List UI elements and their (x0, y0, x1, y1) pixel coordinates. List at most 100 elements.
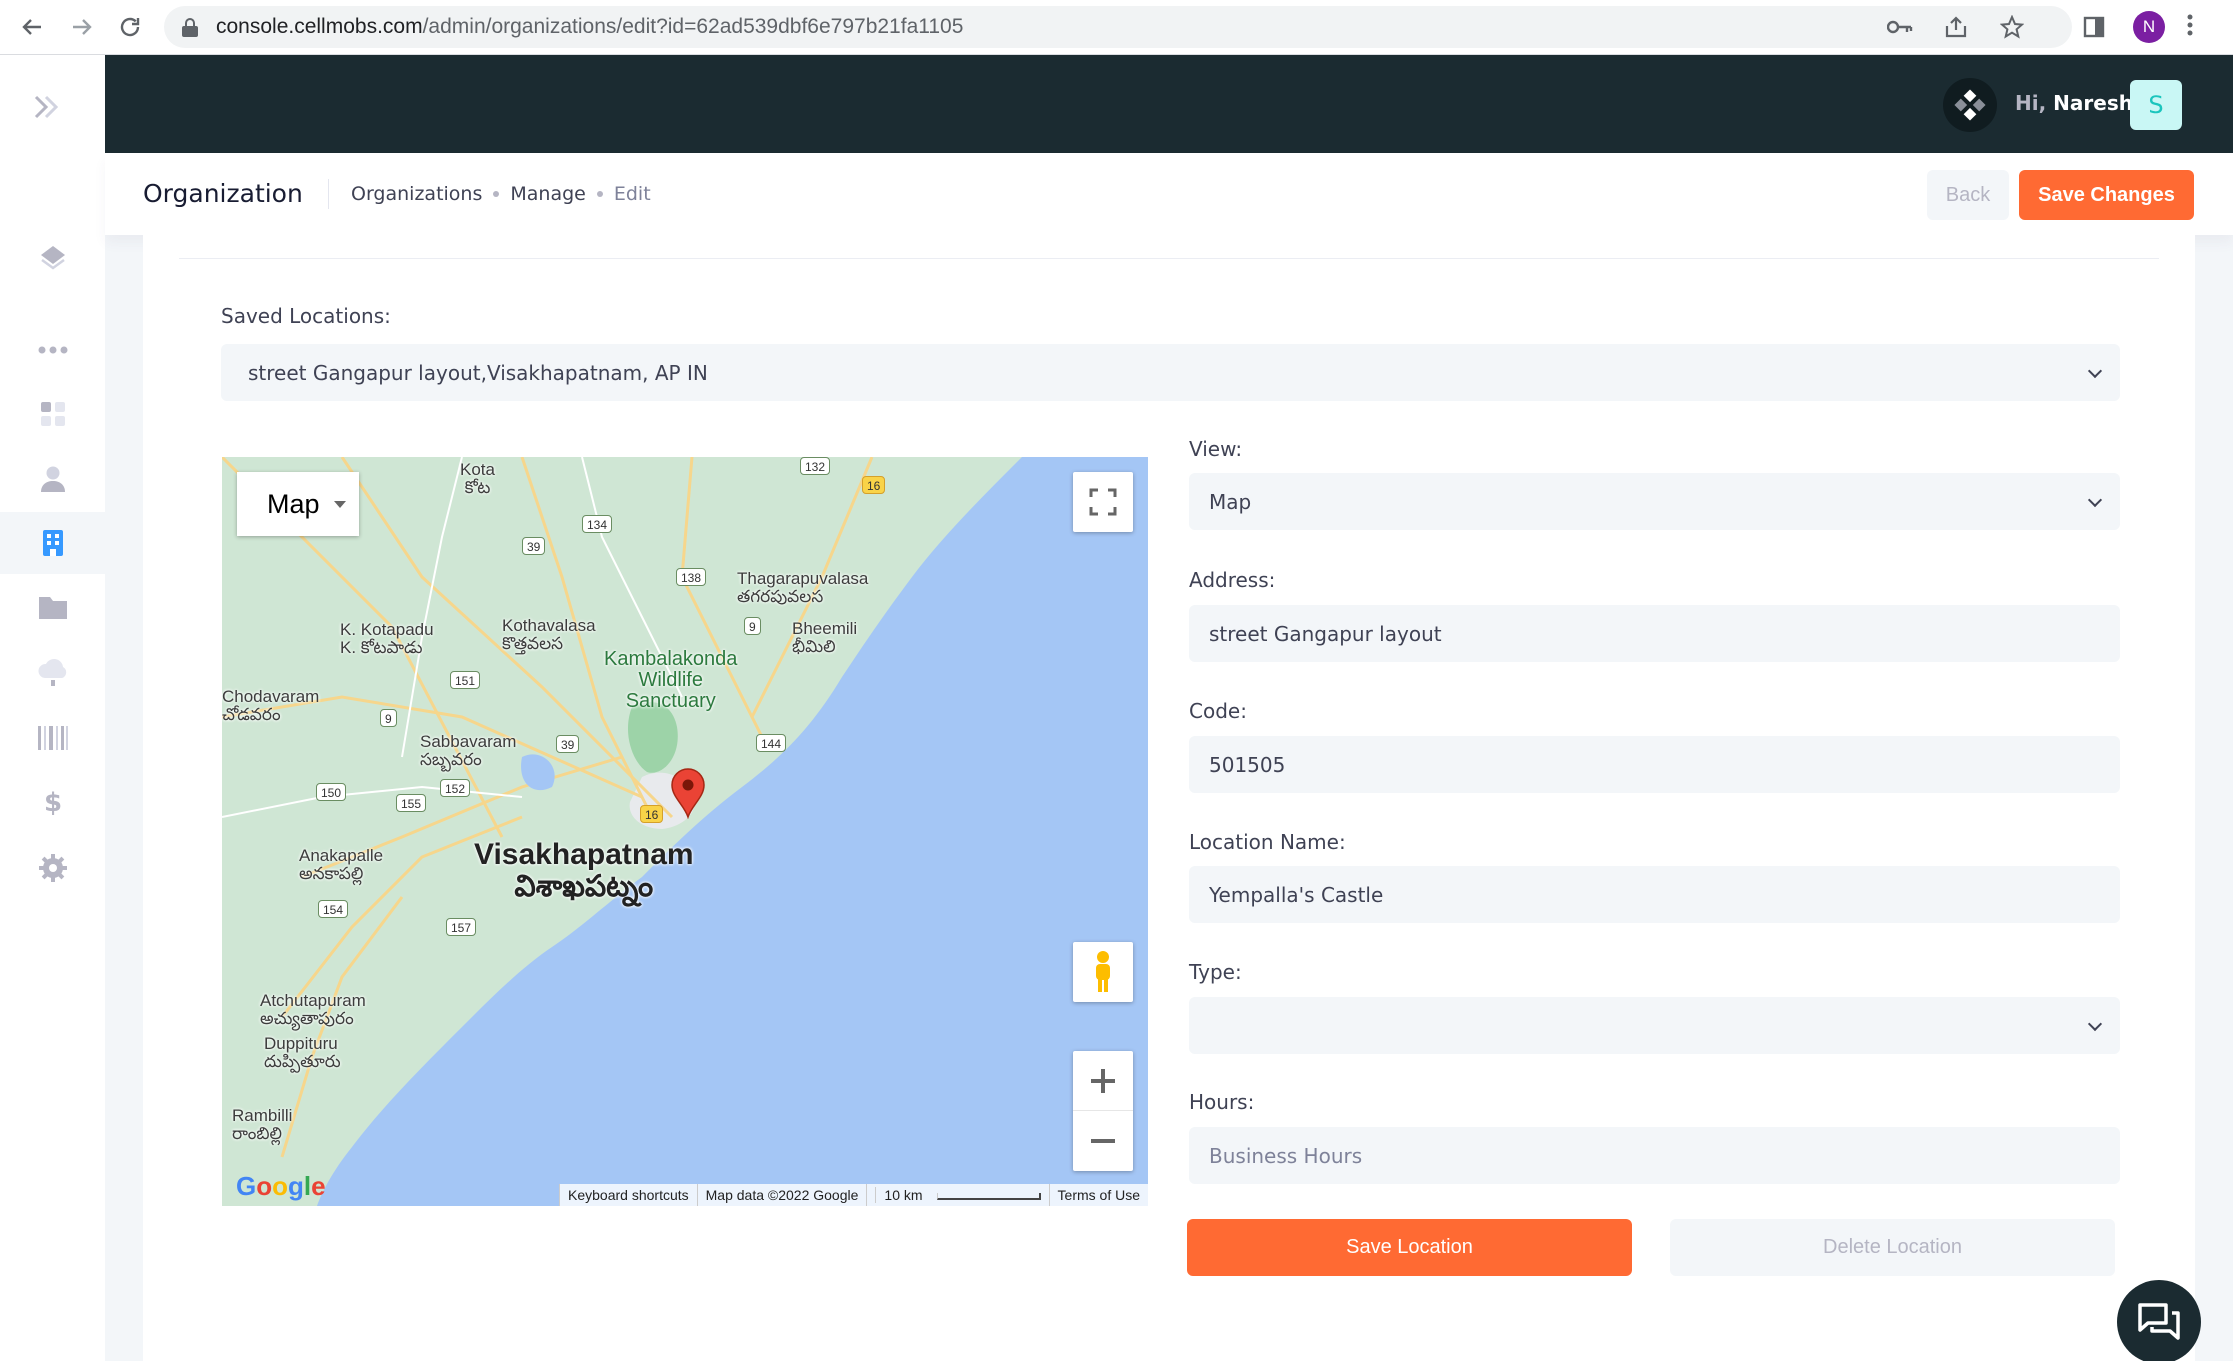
road-shield: 16 (862, 476, 886, 494)
sidebar-item-settings[interactable] (0, 837, 105, 899)
breadcrumb-edit: Edit (613, 183, 651, 205)
zoom-out-button[interactable] (1073, 1111, 1133, 1171)
road-shield: 152 (440, 779, 471, 797)
subheader: Organization Organizations Manage Edit B… (105, 153, 2233, 235)
map-marker-icon[interactable] (670, 767, 706, 819)
chat-icon (2138, 1303, 2180, 1340)
terms-of-use-link[interactable]: Terms of Use (1048, 1184, 1148, 1206)
road-shield: 16 (640, 805, 664, 823)
sidebar-toggle-icon[interactable] (32, 91, 62, 131)
sidebar-item-barcode[interactable] (0, 707, 105, 769)
code-input[interactable]: 501505 (1189, 736, 2120, 793)
saved-locations-select[interactable]: street Gangapur layout,Visakhapatnam, AP… (221, 344, 2120, 401)
browser-actions: N (1883, 10, 2193, 44)
sidebar-item-layers[interactable] (0, 226, 105, 288)
user-avatar[interactable]: S (2130, 80, 2182, 130)
map-data-attribution: Map data ©2022 Google (696, 1184, 867, 1206)
road-shield: 9 (380, 709, 397, 727)
sidebar-item-cloud[interactable] (0, 642, 105, 704)
save-location-button[interactable]: Save Location (1187, 1219, 1632, 1276)
chevron-down-icon (333, 500, 346, 508)
code-label: Code: (1189, 699, 1247, 723)
place-thagarapuvalasa: Thagarapuvalasa తగరపువలస (737, 569, 869, 606)
sidebar-item-files[interactable] (0, 576, 105, 638)
url-text: console.cellmobs.com/admin/organizations… (216, 15, 964, 38)
address-input[interactable]: street Gangapur layout (1189, 605, 2120, 662)
place-visakhapatnam: Visakhapatnam విశాఖపట్నం (474, 838, 694, 903)
view-label: View: (1189, 437, 1243, 461)
breadcrumb-manage[interactable]: Manage (510, 183, 585, 205)
breadcrumb-organizations[interactable]: Organizations (351, 183, 482, 205)
location-name-input[interactable]: Yempalla's Castle (1189, 866, 2120, 923)
building-icon (42, 530, 63, 556)
address-label: Address: (1189, 568, 1276, 592)
type-select[interactable] (1189, 997, 2120, 1054)
place-duppituru: Duppituru దుప్పితూరు (264, 1034, 341, 1071)
reload-icon[interactable] (106, 3, 154, 51)
place-kambalakonda: Kambalakonda Wildlife Sanctuary (604, 648, 738, 712)
plus-icon (1091, 1068, 1115, 1093)
sidebar-item-billing[interactable]: $ (0, 771, 105, 833)
fullscreen-icon (1089, 488, 1117, 516)
fullscreen-button[interactable] (1073, 472, 1133, 532)
hours-input[interactable]: Business Hours (1189, 1127, 2120, 1184)
subheader-separator (328, 179, 329, 209)
more-dots-icon (38, 346, 67, 354)
key-icon[interactable] (1883, 10, 1917, 44)
user-greeting[interactable]: Hi, Naresh (2015, 91, 2133, 115)
hours-placeholder: Business Hours (1209, 1143, 1363, 1168)
place-rambilli: Rambilli రాంబిల్లి (232, 1106, 293, 1143)
road-shield: 39 (556, 735, 580, 753)
place-kothavalasa: Kothavalasa కొత్తవలస (502, 616, 596, 653)
svg-text:$: $ (43, 788, 61, 817)
type-label: Type: (1189, 960, 1242, 984)
street-view-button[interactable] (1073, 942, 1133, 1002)
chat-button[interactable] (2117, 1280, 2201, 1361)
google-logo[interactable]: Google (236, 1171, 326, 1202)
side-panel-icon[interactable] (2077, 10, 2111, 44)
star-icon[interactable] (1995, 10, 2029, 44)
sidebar-item-users[interactable] (0, 448, 105, 510)
profile-avatar[interactable]: N (2133, 11, 2165, 43)
road-shield: 151 (450, 671, 481, 689)
barcode-icon (37, 726, 68, 750)
map-scale[interactable]: 10 km (866, 1184, 1048, 1206)
delete-location-button[interactable]: Delete Location (1670, 1219, 2115, 1276)
save-changes-button[interactable]: Save Changes (2019, 170, 2194, 220)
breadcrumb-dot (596, 191, 603, 197)
sidebar-item-more[interactable] (0, 319, 105, 381)
back-arrow-icon[interactable] (8, 3, 56, 51)
keyboard-shortcuts-link[interactable]: Keyboard shortcuts (559, 1184, 697, 1206)
lock-icon (182, 18, 198, 37)
sidebar-item-dashboard[interactable] (0, 383, 105, 445)
forward-arrow-icon[interactable] (58, 3, 106, 51)
sidebar-item-organizations[interactable] (0, 512, 105, 574)
road-shield: 150 (316, 783, 347, 801)
road-shield: 154 (318, 900, 349, 918)
view-select[interactable]: Map (1189, 473, 2120, 530)
back-button[interactable]: Back (1927, 170, 2009, 220)
place-kotapadu: K. Kotapadu K. కోటపాడు (340, 620, 434, 657)
code-value: 501505 (1209, 752, 1286, 777)
browser-menu-icon[interactable] (2187, 11, 2193, 44)
folder-icon (38, 597, 67, 619)
browser-toolbar: console.cellmobs.com/admin/organizations… (0, 0, 2233, 55)
location-name-label: Location Name: (1189, 830, 1346, 854)
road-shield: 155 (396, 794, 427, 812)
card-divider (179, 258, 2159, 259)
road-shield: 134 (582, 515, 613, 533)
zoom-in-button[interactable] (1073, 1051, 1133, 1111)
road-shield: 9 (744, 617, 761, 635)
user-icon (40, 466, 65, 492)
road-shield: 132 (800, 457, 831, 475)
location-map[interactable]: Kota కోట K. Kotapadu K. కోటపాడు Kothavalas… (222, 457, 1148, 1206)
share-icon[interactable] (1939, 10, 1973, 44)
map-type-control[interactable]: Map (237, 472, 359, 536)
address-bar[interactable]: console.cellmobs.com/admin/organizations… (164, 6, 2072, 48)
place-anakapalle: Anakapalle అనకాపల్లి (299, 846, 384, 883)
place-atchutapuram: Atchutapuram అచ్యుతాపురం (260, 991, 366, 1028)
gear-icon (38, 854, 67, 882)
pegman-icon (1096, 951, 1110, 992)
address-value: street Gangapur layout (1209, 621, 1442, 646)
app-logo-icon[interactable] (1943, 78, 1997, 132)
